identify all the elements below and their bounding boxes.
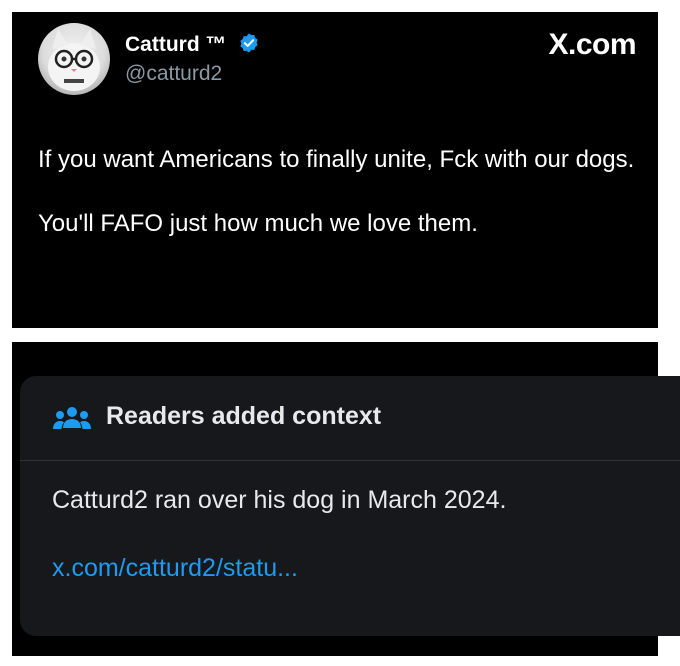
community-note-body: Catturd2 ran over his dog in March 2024.: [52, 486, 507, 514]
avatar[interactable]: [38, 23, 110, 95]
brand-label: X.com: [548, 28, 636, 61]
tweet-text: If you want Americans to finally unite, …: [38, 144, 638, 272]
people-icon: [52, 404, 92, 441]
verified-badge-icon: [238, 32, 260, 60]
community-note-card: Readers added context Catturd2 ran over …: [20, 376, 680, 636]
tweet-paragraph: You'll FAFO just how much we love them.: [38, 210, 478, 237]
cat-avatar-image: [48, 29, 100, 91]
handle[interactable]: @catturd2: [125, 62, 222, 86]
community-note-panel: Readers added context Catturd2 ran over …: [12, 342, 680, 656]
community-note-header: Readers added context: [20, 376, 680, 461]
tweet-paragraph: If you want Americans to finally unite, …: [38, 146, 635, 173]
tweet-panel: Catturd ™ @catturd2 X.com If you want Am…: [12, 12, 658, 328]
display-name[interactable]: Catturd ™: [125, 32, 260, 60]
community-note-title: Readers added context: [106, 402, 382, 430]
community-note-source-link[interactable]: x.com/catturd2/statu...: [52, 554, 298, 583]
display-name-text[interactable]: Catturd ™: [125, 33, 227, 56]
